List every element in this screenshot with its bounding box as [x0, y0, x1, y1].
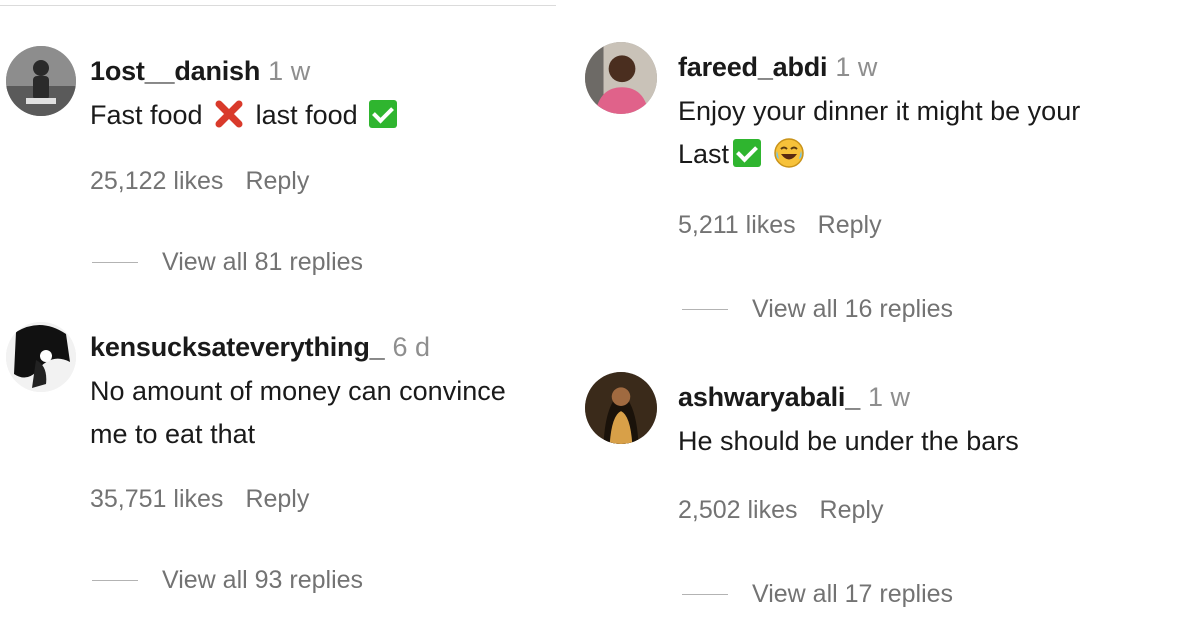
replies-divider: [682, 594, 728, 595]
avatar[interactable]: [6, 322, 76, 392]
likes-count[interactable]: 5,211 likes: [678, 211, 796, 239]
comment-timestamp[interactable]: 1 w: [268, 56, 310, 86]
reply-button[interactable]: Reply: [820, 496, 884, 524]
avatar-photo-icon: [6, 322, 76, 392]
view-replies-label: View all 93 replies: [162, 566, 364, 594]
avatar[interactable]: [6, 46, 76, 116]
view-replies-button[interactable]: View all 81 replies: [92, 248, 363, 277]
top-divider: [0, 0, 556, 6]
view-replies-button[interactable]: View all 93 replies: [92, 566, 363, 595]
comment-timestamp[interactable]: 1 w: [835, 52, 877, 82]
replies-divider: [92, 580, 138, 581]
view-replies-label: View all 17 replies: [752, 580, 954, 608]
comment-text: He should be under the bars: [678, 426, 1019, 456]
comment-text: Fast food last food: [90, 94, 398, 137]
avatar-photo-icon: [585, 372, 657, 444]
avatar-photo-icon: [6, 46, 76, 116]
likes-count[interactable]: 25,122 likes: [90, 167, 223, 195]
reply-button[interactable]: Reply: [818, 211, 882, 239]
comment-timestamp[interactable]: 1 w: [868, 382, 910, 412]
replies-divider: [682, 309, 728, 310]
check-mark-icon: [733, 139, 762, 167]
comment-username[interactable]: ashwaryabali_: [678, 382, 860, 412]
replies-divider: [92, 262, 138, 263]
view-replies-label: View all 81 replies: [162, 248, 364, 276]
laughing-face-icon: [773, 138, 804, 168]
comment-timestamp[interactable]: 6 d: [392, 332, 430, 362]
likes-count[interactable]: 35,751 likes: [90, 485, 223, 513]
comment-text: No amount of money can convince me to ea…: [90, 376, 506, 449]
likes-count[interactable]: 2,502 likes: [678, 496, 798, 524]
comment-username[interactable]: fareed_abdi: [678, 52, 828, 82]
cross-mark-icon: [215, 100, 243, 128]
reply-button[interactable]: Reply: [245, 485, 309, 513]
reply-button[interactable]: Reply: [245, 167, 309, 195]
avatar[interactable]: [585, 42, 657, 114]
comment-text: Enjoy your dinner it might be your Last: [678, 96, 1081, 169]
view-replies-label: View all 16 replies: [752, 295, 954, 323]
comment-username[interactable]: 1ost__danish: [90, 56, 260, 86]
comment-username[interactable]: kensucksateverything_: [90, 332, 385, 362]
avatar[interactable]: [585, 372, 657, 444]
view-replies-button[interactable]: View all 17 replies: [682, 580, 953, 609]
avatar-photo-icon: [585, 42, 657, 114]
check-mark-icon: [369, 100, 398, 128]
view-replies-button[interactable]: View all 16 replies: [682, 295, 953, 324]
